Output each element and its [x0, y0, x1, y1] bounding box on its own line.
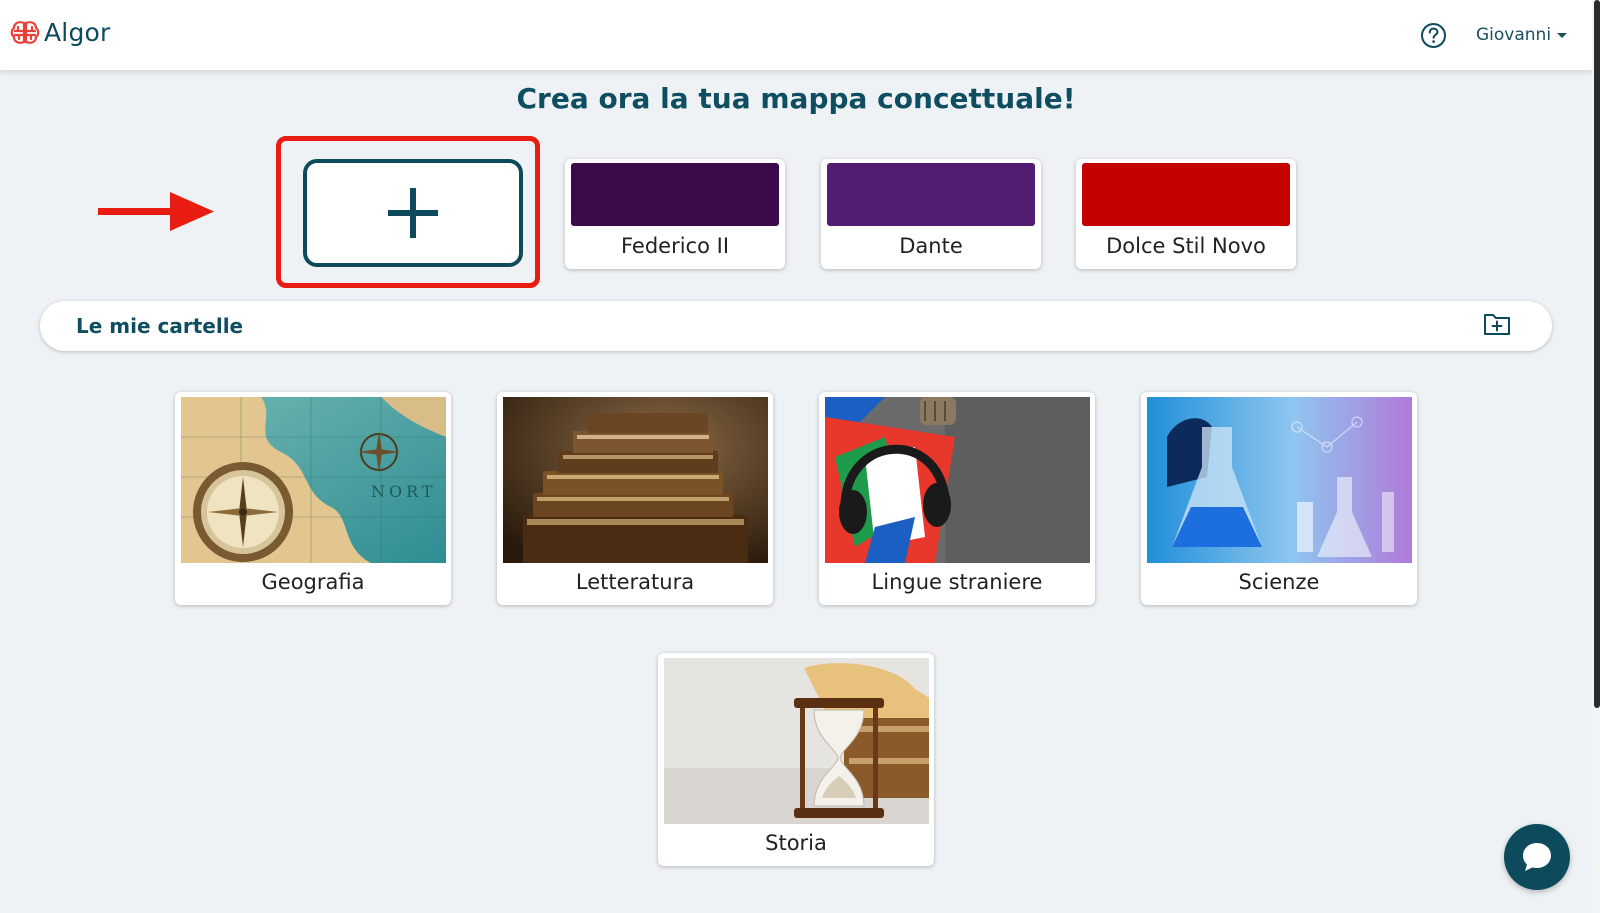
- question-circle-icon: [1421, 23, 1446, 48]
- folder-card-scienze[interactable]: Scienze: [1141, 392, 1417, 605]
- help-button[interactable]: [1420, 22, 1447, 49]
- map-title: Federico II: [620, 234, 730, 258]
- scrollbar-thumb[interactable]: [1594, 0, 1600, 708]
- svg-text:NORT: NORT: [371, 482, 437, 501]
- folder-label: Letteratura: [575, 570, 695, 594]
- plus-icon: [388, 188, 438, 238]
- page-title: Crea ora la tua mappa concettuale!: [516, 82, 1076, 115]
- map-title: Dante: [899, 234, 963, 258]
- folder-label: Lingue straniere: [871, 570, 1043, 594]
- folder-card-storia[interactable]: Storia: [658, 653, 934, 866]
- top-navigation-bar: Algor Giovanni: [0, 0, 1592, 70]
- chat-bubble-icon: [1523, 843, 1551, 871]
- caret-down-icon: [1557, 32, 1568, 38]
- headphones-flags-image: [825, 397, 1090, 563]
- folder-card-geografia[interactable]: NORT Geografia: [175, 392, 451, 605]
- recent-map-card[interactable]: Federico II: [565, 159, 785, 269]
- lab-flask-image: [1147, 397, 1412, 563]
- compass-map-image: NORT: [181, 397, 446, 563]
- brain-icon: [10, 20, 40, 44]
- folders-header: Le mie cartelle: [40, 301, 1552, 351]
- chat-support-button[interactable]: [1504, 824, 1570, 890]
- folder-card-lingue-straniere[interactable]: Lingue straniere: [819, 392, 1095, 605]
- new-map-button[interactable]: [303, 159, 523, 267]
- folder-label: Geografia: [261, 570, 365, 594]
- logo-text: Algor: [44, 18, 111, 47]
- map-color-swatch: [1082, 163, 1290, 226]
- folder-plus-icon[interactable]: [1483, 311, 1511, 337]
- old-books-image: [503, 397, 768, 563]
- recent-map-card[interactable]: Dante: [821, 159, 1041, 269]
- user-name: Giovanni: [1476, 25, 1552, 45]
- map-title: Dolce Stil Novo: [1106, 234, 1266, 258]
- map-color-swatch: [827, 163, 1035, 226]
- folder-label: Storia: [765, 831, 827, 855]
- recent-map-card[interactable]: Dolce Stil Novo: [1076, 159, 1296, 269]
- map-color-swatch: [571, 163, 779, 226]
- hourglass-scrolls-image: [664, 658, 929, 824]
- app-logo[interactable]: Algor: [10, 18, 111, 47]
- red-arrow-right-icon: [98, 192, 214, 231]
- user-menu-dropdown[interactable]: Giovanni: [1476, 25, 1568, 45]
- folder-label: Scienze: [1238, 570, 1320, 594]
- folders-title: Le mie cartelle: [76, 314, 244, 338]
- folder-card-letteratura[interactable]: Letteratura: [497, 392, 773, 605]
